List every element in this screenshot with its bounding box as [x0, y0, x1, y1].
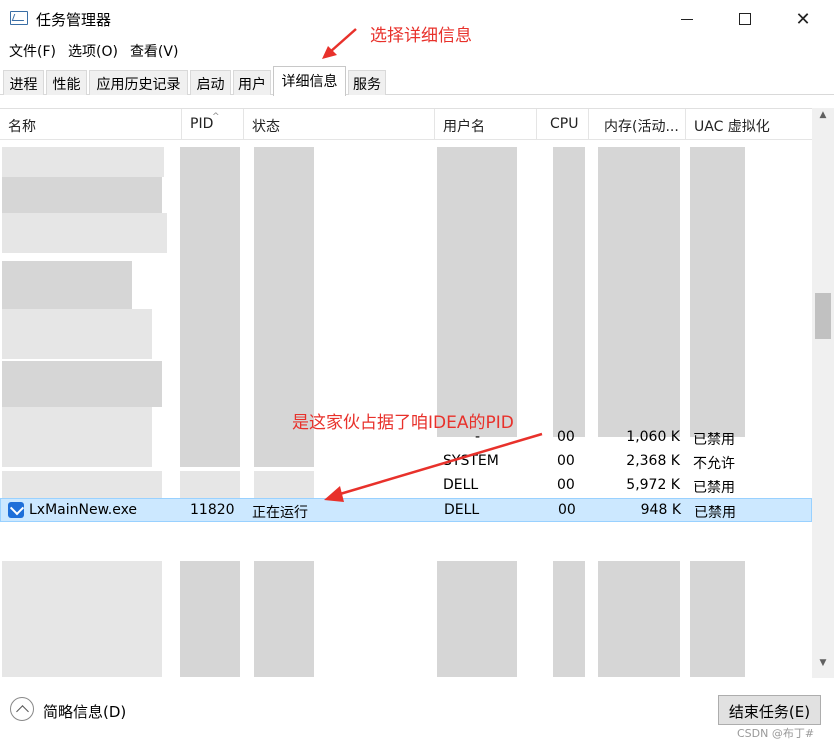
- scroll-thumb[interactable]: [815, 293, 831, 339]
- obscured-block: [2, 177, 162, 213]
- cell-cpu: 00: [557, 453, 575, 469]
- column-header-row: 名称 PID ^ 状态 用户名 CPU 内存(活动... UAC 虚拟化: [0, 109, 812, 140]
- vertical-scrollbar[interactable]: ▲ ▼: [812, 108, 834, 678]
- cell-uac: 已禁用: [693, 480, 735, 496]
- scroll-up-icon[interactable]: ▲: [812, 110, 834, 128]
- column-uac[interactable]: UAC 虚拟化: [686, 109, 812, 140]
- column-memory[interactable]: 内存(活动...: [589, 109, 686, 140]
- obscured-block: [553, 561, 585, 677]
- cell-memory: 1,060 K: [626, 429, 680, 445]
- annotation-arrow-icon: [324, 432, 543, 502]
- annotation-tab-hint: 选择详细信息: [370, 26, 472, 46]
- cell-pid: 11820: [190, 502, 235, 518]
- tab-services[interactable]: 服务: [348, 70, 386, 95]
- maximize-icon: [739, 13, 751, 25]
- window-title: 任务管理器: [36, 11, 112, 29]
- obscured-block: [180, 147, 240, 467]
- tab-processes[interactable]: 进程: [3, 70, 44, 95]
- obscured-block: [553, 147, 585, 437]
- application-icon: [8, 502, 24, 518]
- menu-options[interactable]: 选项(O): [59, 38, 118, 62]
- cell-memory: 2,368 K: [626, 453, 680, 469]
- menu-bar: 文件(F) 选项(O) 查看(V): [0, 38, 181, 62]
- cell-cpu: 00: [557, 477, 575, 493]
- close-button[interactable]: ✕: [774, 0, 832, 38]
- obscured-block: [2, 147, 164, 177]
- annotation-arrow-icon: [322, 28, 357, 59]
- tab-performance[interactable]: 性能: [46, 70, 87, 95]
- tab-app-history[interactable]: 应用历史记录: [89, 70, 188, 95]
- obscured-block: [2, 213, 167, 253]
- watermark: CSDN @布丁#: [737, 727, 815, 740]
- scroll-down-icon[interactable]: ▼: [812, 658, 834, 676]
- chevron-up-icon[interactable]: [10, 697, 34, 721]
- obscured-block: [690, 147, 745, 437]
- cell-memory: 5,972 K: [626, 477, 680, 493]
- obscured-block: [598, 561, 680, 677]
- sort-ascending-icon: ^: [212, 112, 220, 122]
- obscured-block: [437, 561, 517, 677]
- cell-cpu: 00: [558, 502, 576, 518]
- end-task-button[interactable]: 结束任务(E): [718, 695, 821, 725]
- cell-cpu: 00: [557, 429, 575, 445]
- cell-uac: 已禁用: [693, 432, 735, 448]
- column-username[interactable]: 用户名: [435, 109, 537, 140]
- column-name[interactable]: 名称: [0, 109, 182, 140]
- process-list: 名称 PID ^ 状态 用户名 CPU 内存(活动... UAC 虚拟化 - 0…: [0, 108, 834, 678]
- brief-info-link[interactable]: 简略信息(D): [43, 701, 126, 722]
- obscured-block: [2, 561, 162, 677]
- cell-uac: 已禁用: [694, 505, 736, 521]
- cell-status: 正在运行: [252, 505, 308, 521]
- maximize-button[interactable]: [716, 0, 774, 38]
- task-manager-icon: [10, 11, 28, 25]
- tab-details[interactable]: 详细信息: [273, 66, 346, 96]
- obscured-block: [2, 309, 152, 359]
- tab-users[interactable]: 用户: [233, 70, 271, 95]
- cell-name: LxMainNew.exe: [29, 502, 138, 518]
- cell-uac: 不允许: [693, 456, 735, 472]
- obscured-block: [2, 361, 162, 407]
- menu-view[interactable]: 查看(V): [121, 38, 179, 62]
- obscured-block: [254, 561, 314, 677]
- cell-memory: 948 K: [640, 502, 681, 518]
- minimize-icon: [681, 18, 693, 20]
- tab-startup[interactable]: 启动: [190, 70, 231, 95]
- close-icon: ✕: [795, 8, 811, 30]
- tab-bar: 进程 性能 应用历史记录 启动 用户 详细信息 服务: [0, 66, 834, 96]
- footer: 简略信息(D) 结束任务(E) CSDN @布丁#: [0, 680, 834, 742]
- column-cpu[interactable]: CPU: [537, 109, 589, 140]
- obscured-block: [598, 147, 680, 437]
- obscured-block: [2, 261, 132, 309]
- obscured-block: [437, 147, 517, 437]
- obscured-block: [180, 561, 240, 677]
- menu-file[interactable]: 文件(F): [0, 38, 56, 62]
- minimize-button[interactable]: [658, 0, 716, 38]
- column-status[interactable]: 状态: [244, 109, 435, 140]
- obscured-block: [690, 561, 745, 677]
